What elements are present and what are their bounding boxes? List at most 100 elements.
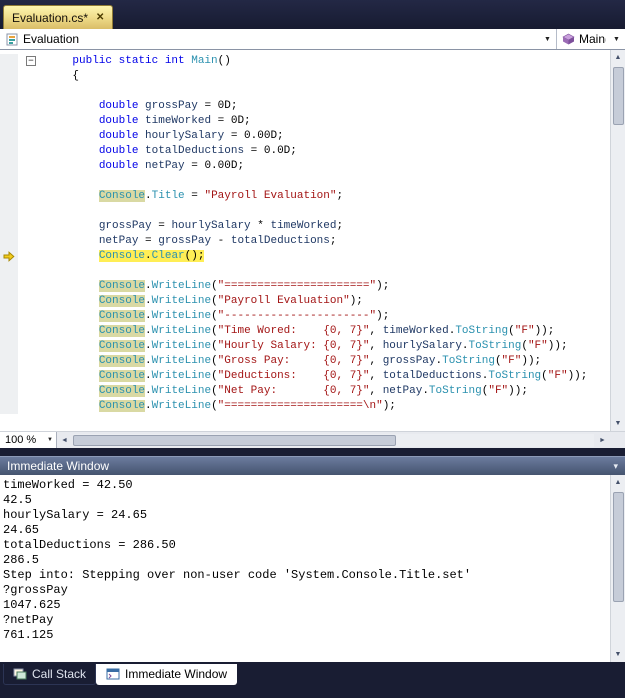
immediate-line[interactable]: ?grossPay [3, 583, 610, 598]
chevron-down-icon[interactable]: ▼ [47, 437, 53, 443]
code-line[interactable]: Console.WriteLine("Deductions: {0, 7}", … [0, 369, 610, 384]
zoom-dropdown[interactable]: 100 % ▼ [0, 432, 57, 448]
fold-margin [18, 294, 44, 309]
code-token: grossPay [382, 355, 436, 367]
tab-immediate-window[interactable]: Immediate Window [96, 664, 238, 685]
scrollbar-thumb[interactable] [612, 492, 624, 602]
immediate-line[interactable]: totalDeductions = 286.50 [3, 538, 610, 553]
code-token: Console [98, 355, 146, 367]
scroll-down-icon[interactable]: ▼ [611, 416, 625, 431]
code-token: Console [98, 370, 146, 382]
scroll-right-icon[interactable]: ► [595, 437, 610, 444]
code-line[interactable]: Console.WriteLine("Payroll Evaluation"); [0, 294, 610, 309]
code-line[interactable]: Console.WriteLine("Hourly Salary: {0, 7}… [0, 339, 610, 354]
code-line[interactable]: Console.WriteLine("Time Wored: {0, 7}", … [0, 324, 610, 339]
code-token: WriteLine [151, 400, 212, 412]
immediate-line[interactable]: Step into: Stepping over non-user code '… [3, 568, 610, 583]
code-token: netPay [98, 235, 139, 247]
immediate-vertical-scrollbar[interactable]: ▲ ▼ [610, 475, 625, 662]
code-line[interactable]: Console.Title = "Payroll Evaluation"; [0, 189, 610, 204]
code-token: hourlySalary [171, 220, 251, 232]
scroll-down-icon[interactable]: ▼ [611, 647, 625, 662]
tab-evaluation-cs[interactable]: Evaluation.cs* ✕ [3, 5, 114, 29]
window-splitter[interactable] [0, 448, 625, 456]
class-icon [5, 33, 19, 46]
code-line[interactable]: Console.WriteLine("=====================… [0, 279, 610, 294]
immediate-line[interactable]: 24.65 [3, 523, 610, 538]
chevron-down-icon[interactable]: ▼ [541, 36, 554, 43]
fold-margin [18, 159, 44, 174]
fold-margin: − [18, 54, 44, 69]
code-token: ( [211, 355, 218, 367]
immediate-output[interactable]: timeWorked = 42.50 42.5 hourlySalary = 24.… [0, 475, 610, 662]
fold-collapse-icon[interactable]: − [26, 56, 36, 66]
immediate-line[interactable]: 761.125 [3, 628, 610, 643]
code-line[interactable]: netPay = grossPay - totalDeductions; [0, 234, 610, 249]
code-line[interactable]: double totalDeductions = 0.0D; [0, 144, 610, 159]
code-editor[interactable]: − public static int Main() { double gros… [0, 50, 625, 431]
code-area[interactable]: − public static int Main() { double gros… [0, 50, 610, 431]
code-token: "F" [527, 340, 548, 352]
code-token: WriteLine [151, 295, 212, 307]
code-line[interactable]: Console.WriteLine("Gross Pay: {0, 7}", g… [0, 354, 610, 369]
scrollbar-track[interactable] [73, 433, 594, 447]
immediate-window-titlebar[interactable]: Immediate Window ▾ [0, 456, 625, 475]
editor-horizontal-scrollbar[interactable]: ◄ ► [57, 432, 610, 448]
code-text: Console.WriteLine("---------------------… [44, 309, 389, 324]
code-token: = 0D; [197, 100, 238, 112]
code-line[interactable] [0, 264, 610, 279]
immediate-line[interactable]: 1047.625 [3, 598, 610, 613]
immediate-line[interactable]: ?netPay [3, 613, 610, 628]
chevron-down-icon[interactable]: ▼ [610, 36, 623, 43]
type-dropdown[interactable]: Evaluation ▼ [0, 29, 557, 49]
fold-margin [18, 384, 44, 399]
code-line[interactable]: double netPay = 0.00D; [0, 159, 610, 174]
code-line[interactable]: double hourlySalary = 0.00D; [0, 129, 610, 144]
scroll-left-icon[interactable]: ◄ [57, 437, 72, 444]
scroll-up-icon[interactable]: ▲ [611, 50, 625, 65]
indicator-margin [0, 234, 18, 249]
code-token: "Time Wored: {0, 7}" [217, 325, 370, 337]
code-line[interactable]: Console.Clear(); [0, 249, 610, 264]
code-line[interactable] [0, 204, 610, 219]
code-line[interactable]: grossPay = hourlySalary * timeWorked; [0, 219, 610, 234]
indicator-margin [0, 84, 18, 99]
code-line[interactable]: − public static int Main() [0, 54, 610, 69]
code-line[interactable]: double timeWorked = 0D; [0, 114, 610, 129]
window-menu-icon[interactable]: ▾ [613, 461, 618, 472]
immediate-line[interactable]: hourlySalary = 24.65 [3, 508, 610, 523]
code-token: Console [98, 385, 146, 397]
scrollbar-thumb[interactable] [73, 434, 397, 446]
close-icon[interactable]: ✕ [96, 12, 104, 23]
code-token: timeWorked [270, 220, 337, 232]
code-text: Console.WriteLine("=====================… [44, 279, 389, 294]
code-line[interactable]: Console.WriteLine("---------------------… [0, 309, 610, 324]
fold-margin [18, 369, 44, 384]
code-token: hourlySalary [145, 130, 225, 142]
code-token: Console [98, 340, 146, 352]
code-token: Clear [151, 250, 185, 262]
code-token: . [145, 250, 152, 262]
code-line[interactable]: Console.WriteLine("=====================… [0, 399, 610, 414]
scrollbar-thumb[interactable] [612, 67, 624, 125]
code-line[interactable]: double grossPay = 0D; [0, 99, 610, 114]
code-line[interactable]: { [0, 69, 610, 84]
tab-call-stack[interactable]: Call Stack [3, 664, 97, 685]
immediate-line[interactable]: 42.5 [3, 493, 610, 508]
code-line[interactable] [0, 174, 610, 189]
fold-margin [18, 129, 44, 144]
immediate-line[interactable]: 286.5 [3, 553, 610, 568]
code-token: hourlySalary [382, 340, 462, 352]
member-dropdown[interactable]: Main() ▼ [557, 29, 625, 49]
editor-vertical-scrollbar[interactable]: ▲ ▼ [610, 50, 625, 431]
code-line[interactable] [0, 84, 610, 99]
current-statement-arrow-icon[interactable] [0, 249, 18, 264]
code-token: ; [336, 190, 344, 202]
scroll-up-icon[interactable]: ▲ [611, 475, 625, 490]
code-line[interactable]: Console.WriteLine("Net Pay: {0, 7}", net… [0, 384, 610, 399]
immediate-line[interactable]: timeWorked = 42.50 [3, 478, 610, 493]
